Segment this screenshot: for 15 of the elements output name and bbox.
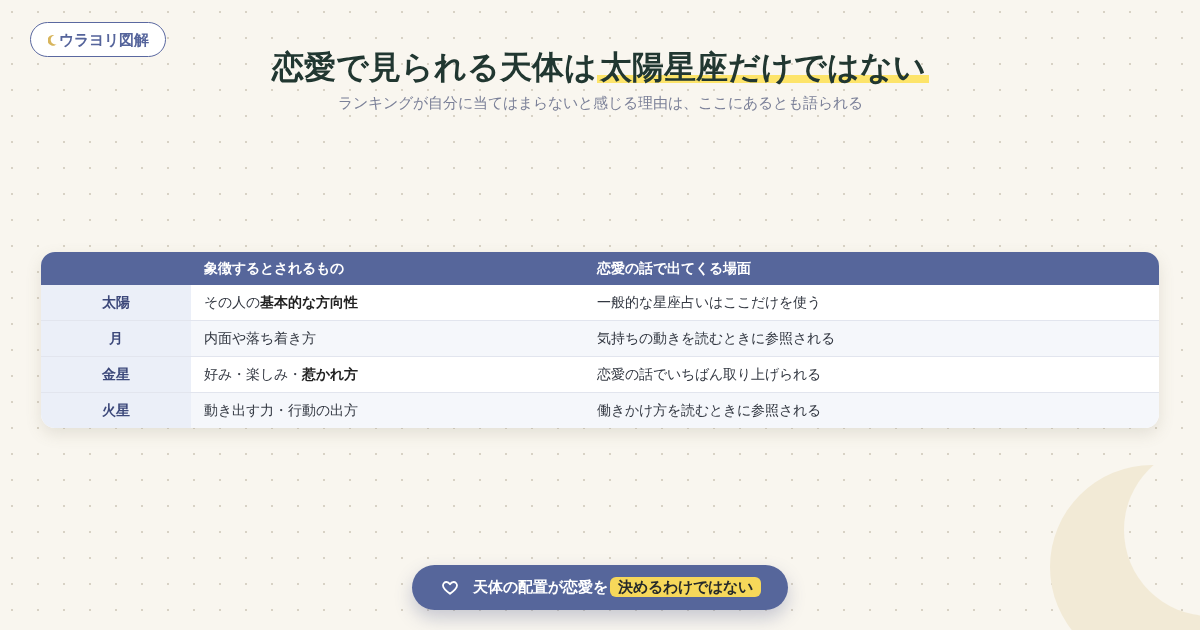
table-cell: 動き出す力・行動の出方: [191, 393, 584, 428]
column-header: 恋愛の話で出てくる場面: [595, 259, 752, 278]
heart-icon: [442, 580, 458, 595]
column-header: 象徴するとされるもの: [203, 259, 345, 278]
takeaway-text: 天体の配置が恋愛を 決めるわけではない: [473, 577, 761, 598]
row-header: 太陽: [41, 285, 191, 320]
row-header: 月: [41, 321, 191, 356]
row-header: 金星: [41, 357, 191, 392]
brand-name: ウラヨリ図解: [59, 30, 149, 49]
crescent-moon-icon: [48, 33, 57, 46]
row-header: 火星: [41, 393, 191, 428]
table-cell: 内面や落ち着き方: [191, 321, 584, 356]
table-cell: 働きかけ方を読むときに参照される: [584, 393, 1159, 428]
page-subtitle: ランキングが自分に当てはまらないと感じる理由は、ここにあるとも語られる: [336, 93, 864, 114]
table-cell: 気持ちの動きを読むときに参照される: [584, 321, 1159, 356]
